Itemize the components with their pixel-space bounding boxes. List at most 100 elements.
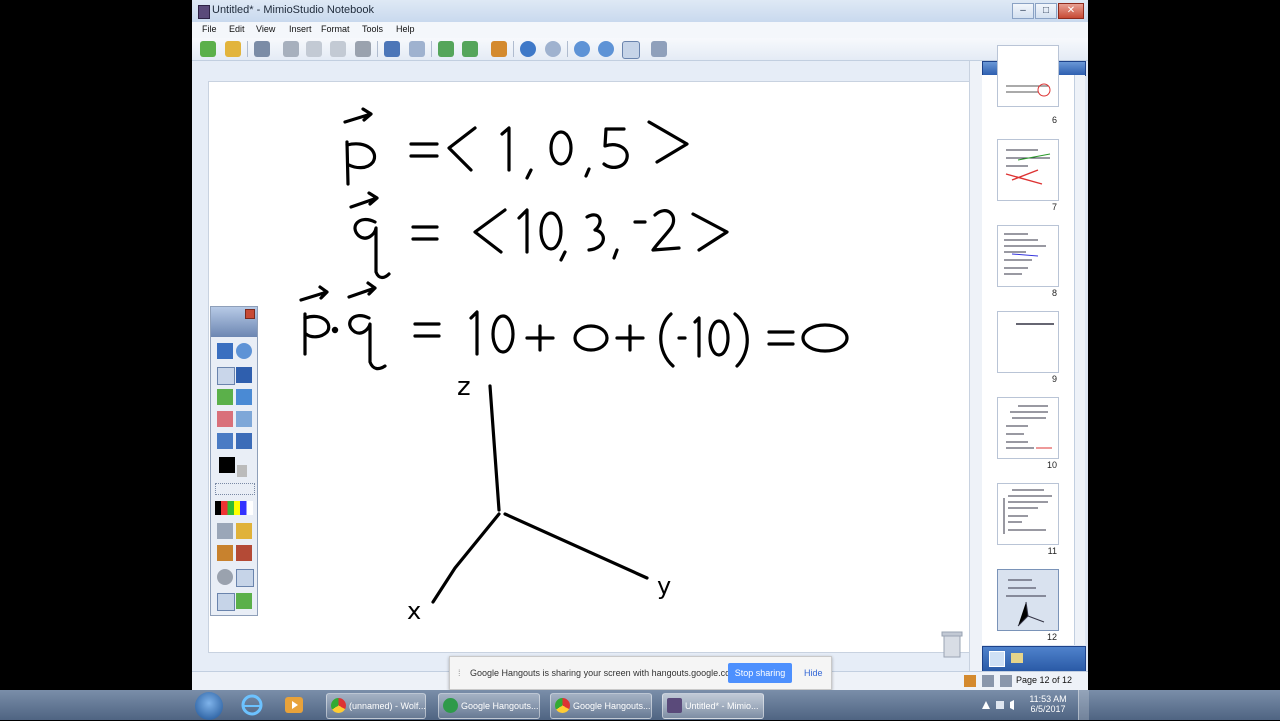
previous-page-icon[interactable] [520, 41, 536, 57]
app-icon [198, 5, 210, 19]
spotlight-icon[interactable] [236, 523, 252, 539]
zoom-out-icon[interactable] [598, 41, 614, 57]
delete-icon[interactable] [355, 41, 371, 57]
zoom-in-icon[interactable] [574, 41, 590, 57]
fill-color-swatch[interactable] [237, 465, 247, 477]
taskbar-item-wolfram[interactable]: (unnamed) - Wolf... [326, 693, 426, 719]
recorder-status-icon[interactable] [964, 675, 976, 687]
recorder-icon[interactable] [217, 545, 233, 561]
pen-status-icon[interactable] [982, 675, 994, 687]
screen-icon[interactable] [236, 569, 254, 587]
thumbnails-panel: Thumbnails 6 7 8 9 10 [982, 45, 1088, 672]
duplicate-page-icon[interactable] [462, 41, 478, 57]
media-player-icon[interactable] [282, 694, 306, 716]
eraser-tool-icon[interactable] [217, 411, 233, 427]
toolbox-header[interactable] [211, 307, 257, 337]
line-style-icon[interactable] [217, 523, 233, 539]
drag-handle-icon[interactable]: ⁞ [458, 668, 461, 678]
tools-x-icon[interactable] [236, 545, 252, 561]
folder-icon[interactable] [1011, 653, 1023, 663]
taskbar-item-hangouts-1[interactable]: Google Hangouts... [438, 693, 540, 719]
launch-icon[interactable] [236, 593, 252, 609]
menu-insert[interactable]: Insert [289, 24, 312, 34]
line-width-slider[interactable] [215, 483, 255, 495]
show-desktop-button[interactable] [1078, 690, 1089, 720]
print-icon[interactable] [254, 41, 270, 57]
thumbnail-page-10[interactable] [997, 397, 1059, 459]
highlighter-tool-icon[interactable] [217, 389, 233, 405]
minimize-button[interactable]: – [1012, 3, 1034, 19]
image-tool-icon[interactable] [236, 411, 252, 427]
clock-date: 6/5/2017 [1030, 704, 1066, 714]
thumbnail-number: 12 [1046, 632, 1057, 642]
chrome-icon [331, 698, 346, 713]
shape-tool-icon[interactable] [236, 389, 252, 405]
select-tool-icon[interactable] [217, 343, 233, 359]
thumbnail-number: 6 [1051, 115, 1057, 125]
new-notebook-icon[interactable] [200, 41, 216, 57]
canvas-scrollbar[interactable] [969, 61, 982, 671]
thumbnails-footer [982, 646, 1086, 672]
thumbnail-page-12[interactable] [997, 569, 1059, 631]
menu-format[interactable]: Format [321, 24, 350, 34]
fill-tool-icon[interactable] [236, 433, 252, 449]
maximize-button[interactable]: □ [1035, 3, 1057, 19]
next-page-icon[interactable] [545, 41, 561, 57]
share-message: Google Hangouts is sharing your screen w… [470, 668, 741, 678]
axis-label-x: x [407, 597, 422, 625]
hangouts-icon [443, 698, 458, 713]
hide-link[interactable]: Hide [804, 668, 823, 678]
toolbox-close-icon[interactable] [245, 309, 255, 319]
thumbnail-page-8[interactable] [997, 225, 1059, 287]
text-tool-icon[interactable] [236, 367, 252, 383]
page-indicator: Page 12 of 12 [1015, 675, 1072, 685]
current-color-swatch[interactable] [219, 457, 235, 473]
close-button[interactable]: ✕ [1058, 3, 1084, 19]
internet-explorer-icon[interactable] [240, 694, 264, 716]
grid-view-icon[interactable] [989, 651, 1005, 667]
tool-status-icon[interactable] [1000, 675, 1012, 687]
notebook-page[interactable]: z x y [208, 81, 970, 653]
zoom-fit-icon[interactable] [622, 41, 640, 59]
menu-view[interactable]: View [256, 24, 275, 34]
stop-sharing-button[interactable]: Stop sharing [728, 663, 792, 683]
mouse-icon[interactable] [217, 569, 233, 585]
mimio-window: Untitled* - MimioStudio Notebook – □ ✕ F… [192, 0, 1088, 691]
thumbnail-page-11[interactable] [997, 483, 1059, 545]
open-icon[interactable] [225, 41, 241, 57]
undo-icon[interactable] [384, 41, 400, 57]
display-icon[interactable] [651, 41, 667, 57]
pen-tool-icon[interactable] [217, 367, 235, 385]
thumbnails-scrollbar[interactable] [1074, 75, 1085, 645]
thumbnail-number: 10 [1046, 460, 1057, 470]
clock-time: 11:53 AM [1029, 694, 1067, 704]
color-palette[interactable] [215, 501, 253, 515]
menu-edit[interactable]: Edit [229, 24, 245, 34]
thumbnail-page-9[interactable] [997, 311, 1059, 373]
taskbar-item-mimio[interactable]: Untitled* - Mimio... [662, 693, 764, 719]
thumbnail-page-6[interactable] [997, 45, 1059, 107]
menu-tools[interactable]: Tools [362, 24, 383, 34]
thumbnail-number: 8 [1051, 288, 1057, 298]
ink-stroke [345, 140, 350, 186]
copy-icon[interactable] [306, 41, 322, 57]
menu-file[interactable]: File [202, 24, 217, 34]
thumbnail-list[interactable]: 6 7 8 9 10 11 12 [982, 45, 1074, 645]
taskbar-item-hangouts-2[interactable]: Google Hangouts... [550, 693, 652, 719]
thumbnail-page-7[interactable] [997, 139, 1059, 201]
capture-icon[interactable] [217, 593, 235, 611]
menu-help[interactable]: Help [396, 24, 415, 34]
main-toolbar [192, 38, 1088, 61]
paste-icon[interactable] [330, 41, 346, 57]
system-tray[interactable] [980, 698, 1020, 712]
gallery-icon[interactable] [491, 41, 507, 57]
dropper-tool-icon[interactable] [217, 433, 233, 449]
insert-page-icon[interactable] [438, 41, 454, 57]
redo-icon[interactable] [409, 41, 425, 57]
thumbnail-number: 7 [1051, 202, 1057, 212]
zoom-tool-icon[interactable] [236, 343, 252, 359]
trash-icon[interactable] [940, 629, 964, 659]
clock[interactable]: 11:53 AM 6/5/2017 [1024, 694, 1072, 714]
start-button[interactable] [195, 692, 223, 720]
cut-icon[interactable] [283, 41, 299, 57]
